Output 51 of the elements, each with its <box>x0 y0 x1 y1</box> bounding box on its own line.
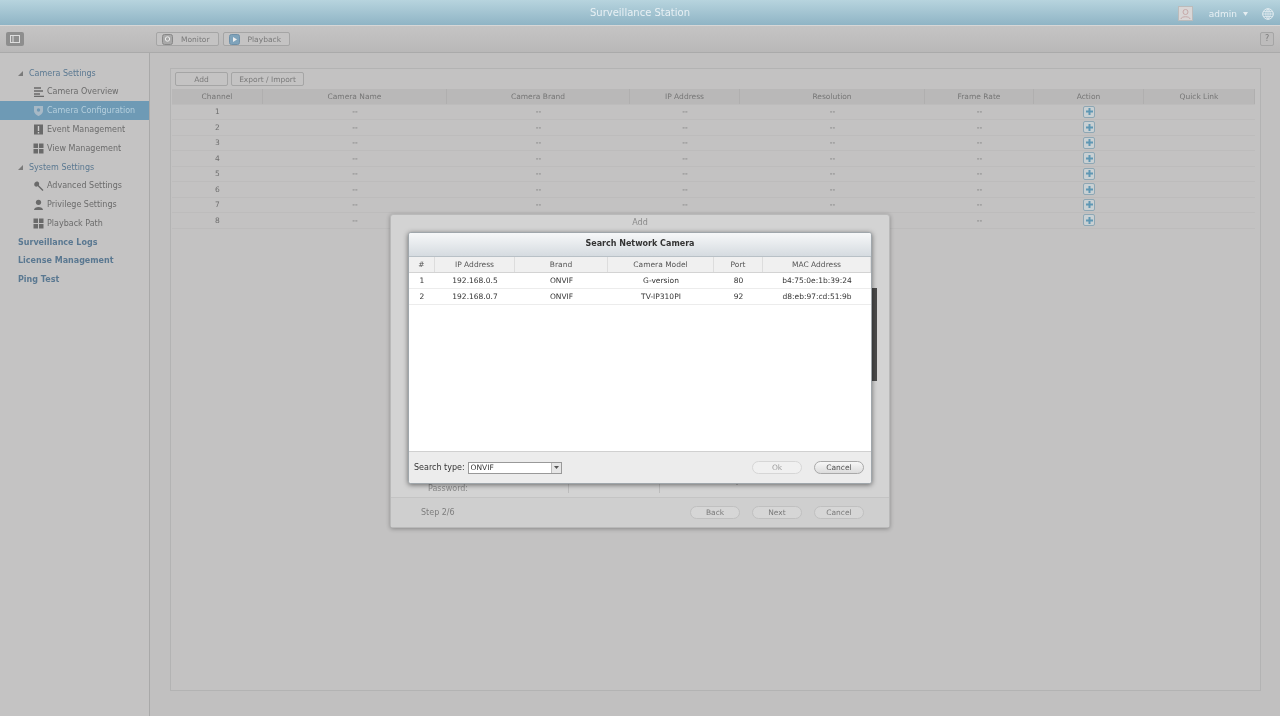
sidebar-item[interactable]: Playback Path <box>0 214 149 233</box>
sidebar-link[interactable]: License Management <box>0 251 149 270</box>
plus-icon <box>1085 123 1093 131</box>
add-camera-button[interactable] <box>1083 167 1095 180</box>
menu-button[interactable] <box>6 32 24 46</box>
sidebar-item[interactable]: Camera Configuration <box>0 101 149 120</box>
grid-icon <box>33 143 44 154</box>
play-icon <box>228 33 240 45</box>
sidebar-group[interactable]: Camera Settings <box>0 64 149 82</box>
plus-icon <box>1085 139 1093 147</box>
plus-icon <box>1085 170 1093 178</box>
sidebar-item[interactable]: Camera Overview <box>0 82 149 101</box>
caret-icon <box>553 466 559 469</box>
sidebar-link[interactable]: Surveillance Logs <box>0 233 149 252</box>
field-label: Search type: <box>414 463 465 472</box>
sidebar-item[interactable]: View Management <box>0 139 149 158</box>
caret-icon <box>1243 11 1248 16</box>
window-title: Surveillance Station <box>589 7 691 18</box>
globe-icon <box>1262 7 1274 20</box>
add-camera-button[interactable] <box>1083 214 1095 227</box>
user-icon <box>1177 6 1193 21</box>
sidebar-group[interactable]: System Settings <box>0 158 149 176</box>
sidebar-link[interactable]: Ping Test <box>0 270 149 289</box>
add-camera-button[interactable] <box>1083 136 1095 149</box>
user-menu[interactable]: admin <box>1208 8 1237 19</box>
add-camera-button[interactable] <box>1083 183 1095 196</box>
list-icon <box>33 86 44 97</box>
monitor-icon <box>162 33 173 45</box>
dialog-title: Search Network Camera <box>409 233 871 257</box>
help-button[interactable]: ? <box>1260 32 1274 46</box>
person-icon <box>33 199 44 210</box>
plus-icon <box>1085 108 1093 116</box>
plus-icon <box>1085 201 1093 209</box>
plus-icon <box>1085 216 1093 224</box>
menu-icon <box>10 35 20 43</box>
add-camera-button[interactable] <box>1083 105 1095 118</box>
wrench-icon <box>33 180 44 191</box>
grid-icon <box>33 218 44 229</box>
field-label: Password: <box>428 483 470 493</box>
step-indicator: Step 2/6 <box>421 508 455 517</box>
sidebar-item[interactable]: Advanced Settings <box>0 176 149 195</box>
sidebar-item[interactable]: Privilege Settings <box>0 195 149 214</box>
add-camera-button[interactable] <box>1083 152 1095 165</box>
plus-icon <box>1085 154 1093 162</box>
dialog-title: Add <box>631 217 649 229</box>
shield-icon <box>33 105 44 116</box>
plus-icon <box>1085 185 1093 193</box>
alert-icon <box>33 124 44 135</box>
add-camera-button[interactable] <box>1083 198 1095 211</box>
add-camera-button[interactable] <box>1083 121 1095 134</box>
sidebar-item[interactable]: Event Management <box>0 120 149 139</box>
